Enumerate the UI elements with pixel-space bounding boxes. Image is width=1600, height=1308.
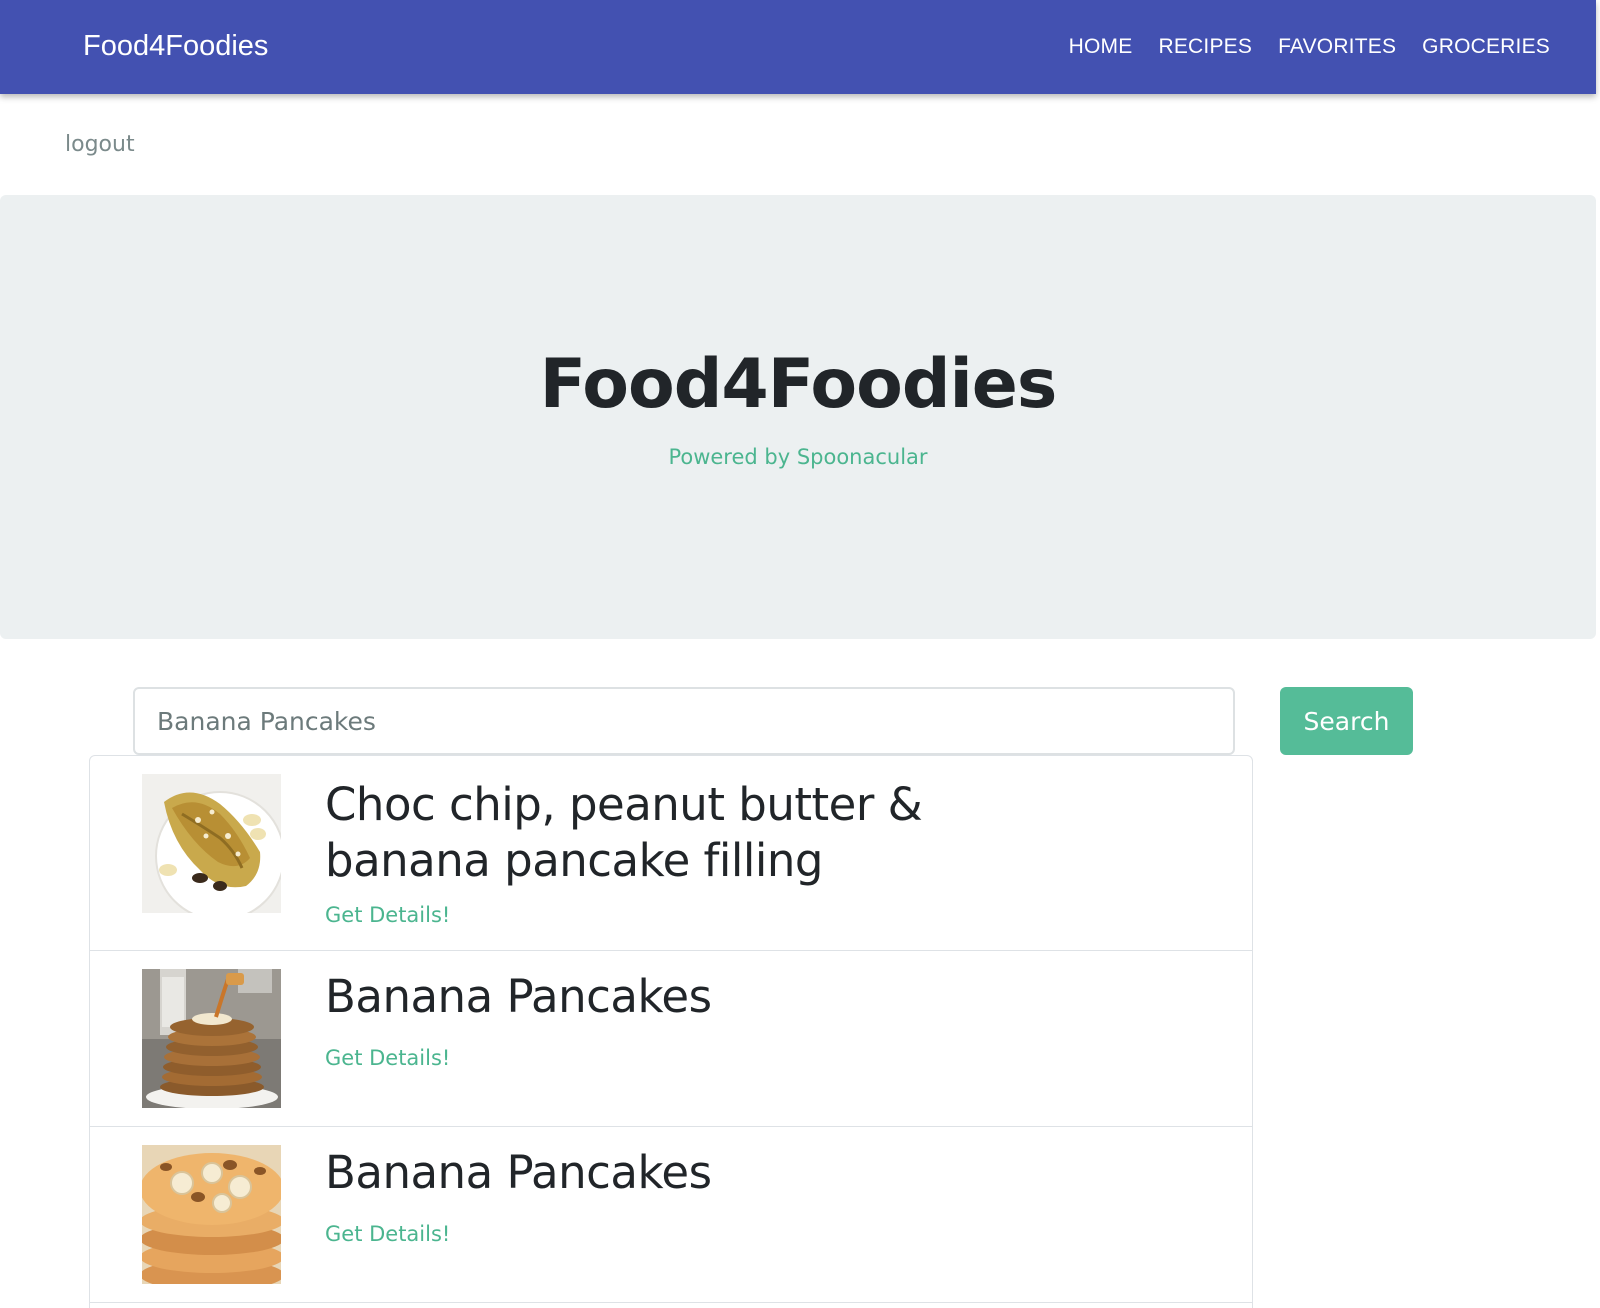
nav-links: HOME RECIPES FAVORITES GROCERIES [1043,34,1550,60]
nav-groceries-link[interactable]: GROCERIES [1422,34,1550,60]
nav-favorites-link[interactable]: FAVORITES [1278,34,1396,60]
get-details-link[interactable]: Get Details! [325,902,450,928]
hero-title: Food4Foodies [539,345,1058,424]
get-details-link[interactable]: Get Details! [325,1221,450,1247]
recipe-title: Banana Pancakes [325,970,712,1023]
recipe-thumbnail [142,969,281,1108]
brand-link[interactable]: Food4Foodies [83,28,268,64]
list-item: Banana Pancakes Get Details! [90,1127,1252,1303]
recipe-search-input[interactable] [133,687,1235,755]
recipe-thumbnail [142,1145,281,1284]
page: Food4Foodies HOME RECIPES FAVORITES GROC… [0,0,1600,1308]
get-details-link[interactable]: Get Details! [325,1045,450,1071]
top-navbar: Food4Foodies HOME RECIPES FAVORITES GROC… [0,0,1596,94]
list-item: Banana Pancakes Get Details! [90,951,1252,1127]
recipe-title: Banana Pancakes [325,1146,712,1199]
logout-link[interactable]: logout [65,131,135,159]
hero-jumbotron: Food4Foodies Powered by Spoonacular [0,195,1596,639]
search-button[interactable]: Search [1280,687,1413,755]
hero-subtitle: Powered by Spoonacular [668,445,928,469]
nav-recipes-link[interactable]: RECIPES [1158,34,1252,60]
recipe-thumbnail [142,774,281,913]
results-list: Choc chip, peanut butter & banana pancak… [89,755,1253,1308]
list-item: Choc chip, peanut butter & banana pancak… [90,756,1252,951]
recipe-title: Choc chip, peanut butter & banana pancak… [325,778,923,887]
nav-home-link[interactable]: HOME [1069,34,1133,60]
